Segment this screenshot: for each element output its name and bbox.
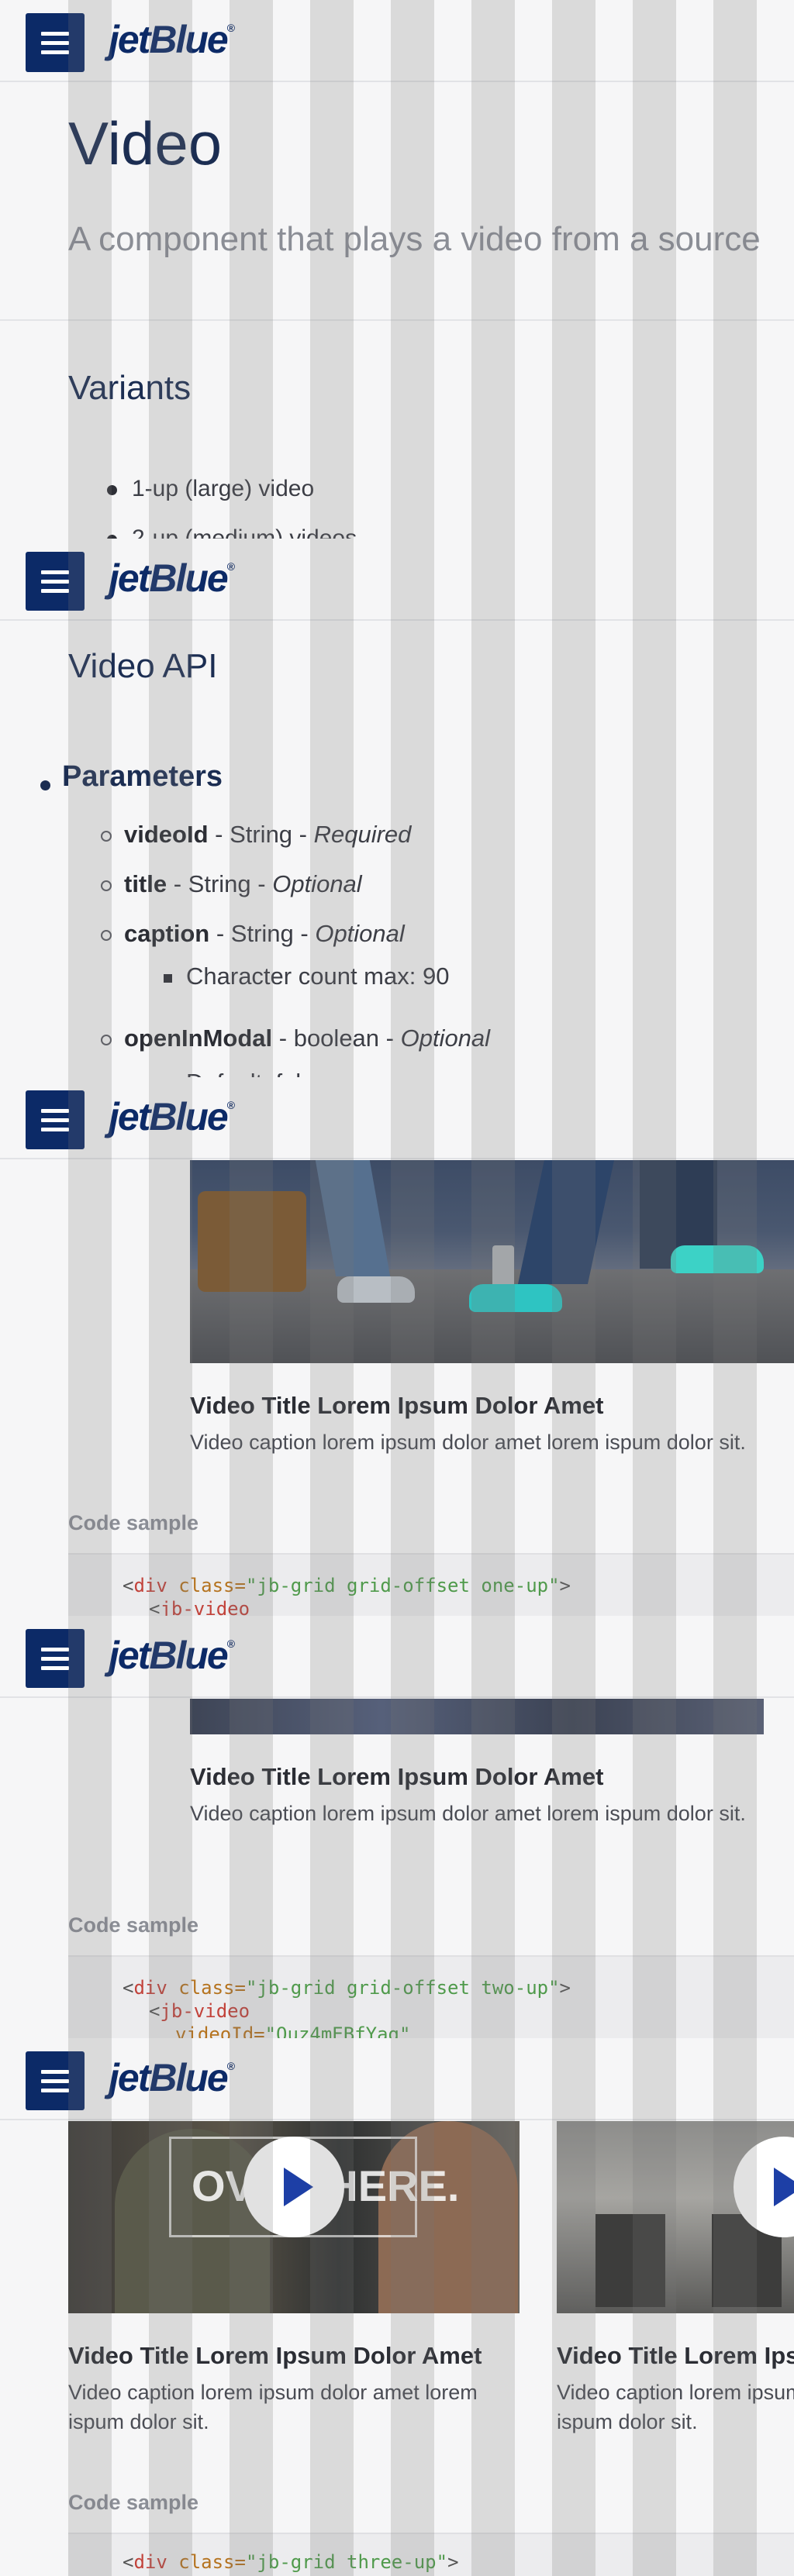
param-title: title - String - Optional [124, 870, 362, 897]
hamburger-menu-icon [41, 570, 69, 574]
param-videoId: videoId - String - Required [124, 821, 412, 848]
code-sample-label: Code sample [68, 2491, 199, 2514]
parameters-heading: Parameters [62, 760, 223, 793]
variants-heading: Variants [68, 369, 192, 407]
divider [0, 319, 794, 321]
video-thumbnail-card-1[interactable]: OVER HERE. [68, 2121, 520, 2313]
jetblue-logo[interactable]: jetBlue® [109, 2055, 235, 2100]
jetblue-logo[interactable]: jetBlue® [109, 1094, 235, 1139]
scroll-frame-5: jetBlue® OVER HERE. Video Title Lorem Ip… [0, 2038, 794, 2576]
jetblue-logo[interactable]: jetBlue® [109, 17, 235, 62]
code-sample-block[interactable]: <div class="jb-grid grid-offset one-up">… [68, 1553, 794, 1616]
hamburger-menu-icon [41, 31, 69, 36]
hamburger-menu-icon [41, 2069, 69, 2074]
param-openInModal: openInModal - boolean - Optional [124, 1025, 491, 1052]
site-header: jetBlue® [0, 1077, 794, 1159]
code-sample-block[interactable]: <div class="jb-grid grid-offset two-up">… [68, 1955, 794, 2038]
variant-item-1: 1-up (large) video [132, 476, 315, 501]
hamburger-menu-icon [41, 1647, 69, 1651]
video-caption: Video caption lorem ipsum dolor amet lor… [557, 2381, 794, 2433]
jetblue-logo[interactable]: jetBlue® [109, 1633, 235, 1678]
caption-note: Character count max: 90 [186, 963, 450, 990]
variant-item-2: 2-up (medium) videos [132, 525, 357, 539]
modal-note: Default: false [186, 1069, 326, 1077]
bullet-circle [101, 880, 112, 891]
video-api-heading: Video API [68, 647, 218, 685]
bullet-circle [101, 831, 112, 842]
video-thumbnail-card-2[interactable] [557, 2121, 794, 2313]
video-title: Video Title Lorem Ipsum Dolor Amet [557, 2342, 794, 2369]
page-title: Video [68, 109, 223, 177]
video-title: Video Title Lorem Ipsum Dolor Amet [190, 1763, 604, 1790]
video-caption: Video caption lorem ipsum dolor amet lor… [190, 1802, 746, 1825]
video-thumbnail-one-up[interactable] [190, 1160, 794, 1363]
play-icon [284, 2168, 313, 2206]
site-header: jetBlue® [0, 2038, 794, 2120]
scroll-frame-4: jetBlue® Video Title Lorem Ipsum Dolor A… [0, 1616, 794, 2038]
hamburger-menu-icon [41, 1108, 69, 1113]
code-sample-block[interactable]: <div class="jb-grid three-up"> [68, 2533, 794, 2576]
bullet-dot [40, 780, 50, 790]
bullet-square [164, 974, 172, 983]
bullet-circle [101, 930, 112, 941]
site-header: jetBlue® [0, 0, 794, 82]
bullet-dot [107, 485, 117, 495]
menu-button[interactable] [26, 552, 85, 611]
code-sample-label: Code sample [68, 1913, 199, 1937]
menu-button[interactable] [26, 1629, 85, 1688]
video-thumbnail-two-up[interactable] [190, 1699, 764, 1734]
play-icon [774, 2168, 794, 2206]
video-caption: Video caption lorem ipsum dolor amet lor… [190, 1431, 746, 1454]
video-title: Video Title Lorem Ipsum Dolor Amet [190, 1392, 604, 1419]
play-button[interactable] [243, 2137, 344, 2237]
scroll-frame-1: jetBlue® Video A component that plays a … [0, 0, 794, 539]
menu-button[interactable] [26, 1090, 85, 1149]
jetblue-logo[interactable]: jetBlue® [109, 556, 235, 601]
param-caption: caption - String - Optional [124, 920, 405, 947]
site-header: jetBlue® [0, 539, 794, 621]
scroll-frame-2: jetBlue® Video API Parameters videoId - … [0, 539, 794, 1077]
site-header: jetBlue® [0, 1616, 794, 1698]
menu-button[interactable] [26, 13, 85, 72]
code-sample-label: Code sample [68, 1511, 199, 1534]
scroll-frame-3: jetBlue® Video Title Lorem Ipsum Dolor A… [0, 1077, 794, 1616]
menu-button[interactable] [26, 2051, 85, 2110]
video-title: Video Title Lorem Ipsum Dolor Amet [68, 2342, 482, 2369]
video-caption: Video caption lorem ipsum dolor amet lor… [68, 2381, 478, 2433]
page-lede: A component that plays a video from a so… [68, 220, 761, 258]
bullet-circle [101, 1035, 112, 1045]
